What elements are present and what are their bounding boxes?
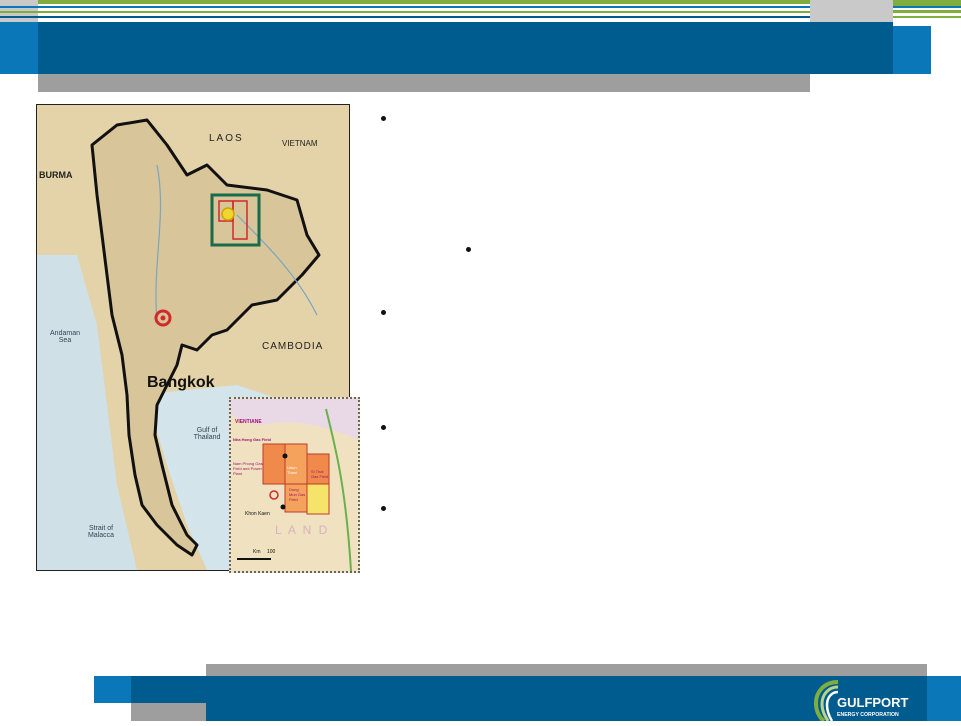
gulfport-logo-icon: GULFPORT ENERGY CORPORATION	[813, 680, 909, 723]
bullet-point-sub	[466, 247, 471, 252]
footer-gray-bar	[206, 664, 927, 676]
inset-label-land: L A N D	[275, 523, 330, 537]
inset-label-hong-gas: Nha Hong Gas Field	[233, 437, 272, 442]
footer-accent-right	[927, 676, 961, 721]
inset-label-udon-thani: Udon Thani	[287, 465, 298, 475]
map-label-andaman-sea: Andaman Sea	[50, 330, 80, 344]
inset-label-khon-kaen: Khon Kaen	[245, 511, 270, 517]
bullet-point-3	[381, 425, 386, 430]
bullet-point-2	[381, 310, 386, 315]
bullet-point-4	[381, 506, 386, 511]
inset-label-nam-phong: Nam Phong Gas Field and Power Plant	[233, 461, 263, 476]
map-label-strait-malacca: Strait of Malacca	[87, 525, 115, 539]
header-right-line-2	[893, 10, 961, 12]
logo-name: GULFPORT	[837, 695, 909, 710]
footer-bar	[131, 676, 927, 721]
map-label-gulf-of-thailand: Gulf of Thailand	[193, 427, 221, 441]
header-subtitle-bar	[38, 74, 810, 92]
map-label-bangkok: Bangkok	[147, 374, 215, 391]
inset-scale-100: 100	[267, 549, 276, 555]
map-label-burma: BURMA	[39, 170, 73, 180]
footer-accent-left	[94, 676, 131, 703]
header-right-line-1	[893, 4, 961, 6]
header-right-line-3	[893, 16, 961, 18]
header-accent-left	[0, 22, 38, 74]
inset-label-dong-mun: Dong Mun Gas Field	[289, 487, 306, 502]
map-label-laos: LAOS	[209, 133, 244, 144]
map-label-vietnam: VIETNAM	[282, 139, 318, 148]
inset-label-si-that: Si That Gas Field	[311, 469, 329, 479]
footer-gray-patch	[131, 703, 206, 721]
inset-scale-km: Km	[253, 549, 261, 555]
gulfport-logo: GULFPORT ENERGY CORPORATION	[810, 676, 927, 723]
header-title-bar	[38, 22, 893, 74]
bullet-point-1	[381, 116, 386, 121]
header-accent-right	[893, 26, 931, 74]
map-label-cambodia: CAMBODIA	[262, 341, 324, 352]
inset-label-vientiane: VIENTIANE	[235, 419, 262, 425]
header-gray-block-right	[810, 0, 893, 22]
inset-map: VIENTIANE Nha Hong Gas Field Nam Phong G…	[229, 397, 360, 573]
logo-subtitle: ENERGY CORPORATION	[837, 712, 899, 718]
